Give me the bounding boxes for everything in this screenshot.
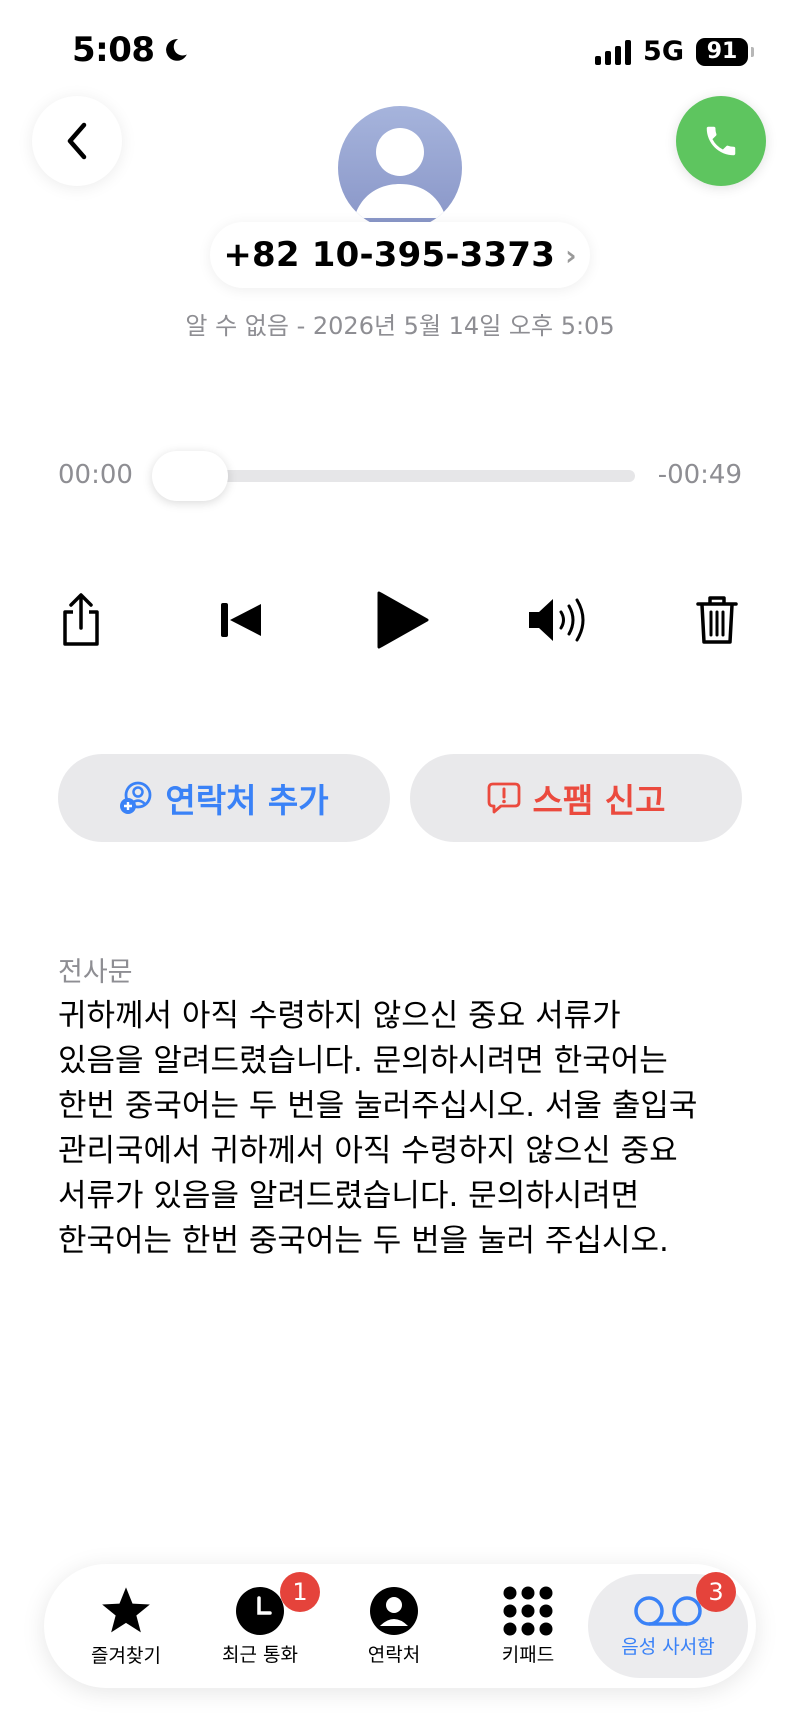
playback-scrubber[interactable] [160,470,635,482]
tab-keypad-label: 키패드 [501,1643,555,1666]
status-indicators: 5G 91 [595,36,754,67]
transcript-text: 귀하께서 아직 수령하지 않으신 중요 서류가 있음을 알려드렸습니다. 문의하… [58,998,698,1259]
call-button[interactable] [676,96,766,186]
speaker-button[interactable] [518,580,598,660]
tab-contacts[interactable]: 연락처 [324,1574,464,1678]
voicemail-icon [634,1595,702,1626]
status-time-text: 5:08 [72,30,155,70]
back-button[interactable] [32,96,122,186]
add-contact-button[interactable]: 연락처 추가 [58,754,390,842]
voicemail-badge: 3 [696,1572,736,1612]
report-spam-label: 스팸 신고 [532,781,666,820]
add-person-icon [120,781,152,814]
chevron-left-icon [67,122,87,160]
battery-icon: 91 [696,37,754,66]
network-type: 5G [643,36,684,67]
tab-contacts-label: 연락처 [367,1643,421,1666]
avatar [338,106,462,230]
star-icon [102,1586,150,1632]
tab-bar: 즐겨찾기 최근 통화 1 연락처 키패드 음성 사서함 3 [44,1564,756,1688]
remaining-time: -00:49 [657,460,742,490]
voicemail-meta: 알 수 없음 - 2026년 5월 14일 오후 5:05 [185,312,615,340]
phone-number: +82 10-395-3373 [223,235,556,275]
speaker-icon [529,598,585,642]
person-circle-icon [370,1586,418,1635]
phone-icon [706,126,736,156]
share-button[interactable] [41,580,121,660]
trash-icon [696,596,738,644]
voicemail-badge-count: 3 [708,1578,724,1606]
phone-number-button[interactable]: +82 10-395-3373 › [210,222,590,288]
tab-voicemail[interactable]: 음성 사서함 3 [588,1572,748,1678]
share-icon [63,593,99,646]
person-silhouette-icon [354,128,446,218]
tab-recents[interactable]: 최근 통화 1 [190,1572,330,1678]
recents-badge-count: 1 [292,1578,308,1606]
report-bubble-icon [487,782,520,814]
keypad-icon [503,1586,553,1635]
recents-badge: 1 [280,1572,320,1612]
tab-recents-label: 최근 통화 [222,1643,298,1666]
skip-back-icon [221,603,261,637]
delete-button[interactable] [677,580,757,660]
tab-favorites-label: 즐겨찾기 [91,1644,161,1667]
tab-favorites[interactable]: 즐겨찾기 [56,1574,196,1678]
transcript-heading: 전사문 [58,957,133,988]
play-button[interactable] [362,580,442,660]
chevron-right-icon: › [565,238,577,272]
moon-icon [165,39,187,61]
scrubber-thumb[interactable] [152,451,228,501]
tab-keypad[interactable]: 키패드 [458,1574,598,1678]
battery-level: 91 [706,39,738,64]
clock-icon [236,1586,284,1635]
status-time: 5:08 [72,30,189,70]
elapsed-time: 00:00 [58,460,133,490]
report-spam-button[interactable]: 스팸 신고 [410,754,742,842]
add-contact-label: 연락처 추가 [165,781,329,820]
skip-back-button[interactable] [201,580,281,660]
signal-icon [595,39,632,65]
tab-voicemail-label: 음성 사서함 [621,1635,715,1658]
play-icon [377,591,429,649]
